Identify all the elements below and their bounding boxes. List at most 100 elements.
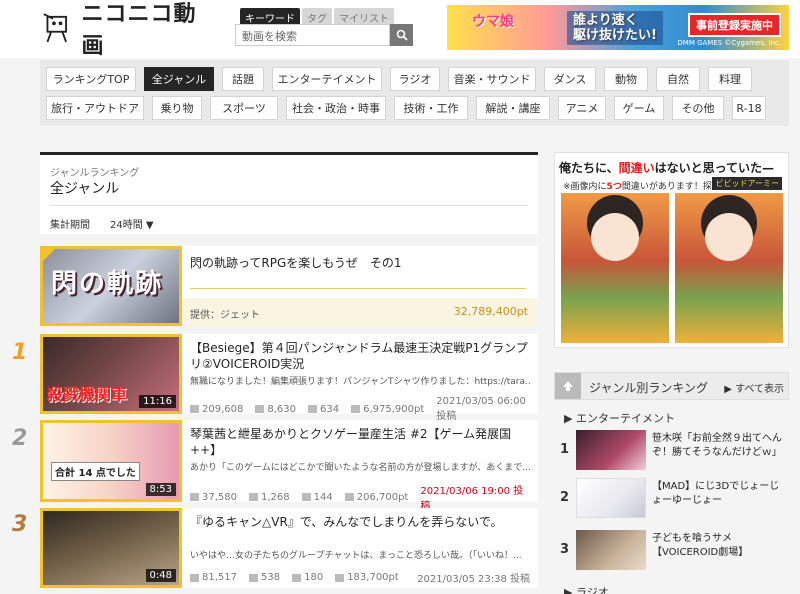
genre-sports[interactable]: スポーツ [210, 96, 278, 120]
points-value: 206,700pt [356, 491, 409, 503]
genre-ranking-top[interactable]: ランキングTOP [46, 67, 136, 91]
comment-count: 1,268 [249, 492, 290, 503]
genre-game[interactable]: ゲーム [614, 96, 664, 120]
genre-nav: ランキングTOP 全ジャンル 話題 エンターテイメント ラジオ 音楽・サウンド … [40, 60, 789, 126]
video-stats: 209,608 8,630 634 6,975,900pt 2021/03/05… [190, 396, 530, 422]
comment-icon [249, 573, 258, 582]
post-date: 2021/03/05 06:00 投稿 [436, 396, 526, 422]
header-ad-banner[interactable]: ウマ娘 誰より速く 駆け抜けたい! 事前登録実施中 DMM GAMES ©Cyg… [447, 5, 789, 50]
rank-number: 3 [12, 512, 28, 537]
banner-title: ウマ娘 [472, 14, 514, 30]
video-duration: 0:48 [145, 569, 176, 582]
side-ad-title-prefix: 俺たちに、 [559, 161, 619, 175]
play-icon [190, 573, 199, 582]
sponsored-points: 32,789,400pt [453, 305, 528, 318]
genre-tech[interactable]: 技術・工作 [394, 96, 468, 120]
genre-lecture[interactable]: 解説・講座 [476, 96, 550, 120]
banner-line2: 駆け抜けたい! [573, 28, 657, 43]
period-label: 集計期間 [50, 220, 90, 231]
site-header: ニコニコ動画 キーワード タグ マイリスト 動画を検索 ウマ娘 誰より速く 駆け… [0, 0, 800, 59]
comment-count: 538 [249, 572, 280, 583]
video-thumbnail[interactable]: 殺戮機関車 11:16 [40, 334, 182, 414]
ranking-title: 全ジャンル [50, 181, 120, 197]
view-count-value: 209,608 [202, 403, 244, 415]
video-duration: 8:53 [145, 483, 176, 496]
video-thumbnail[interactable]: 合計 14 点でした 8:53 [40, 420, 182, 502]
points-icon [335, 573, 345, 582]
genre-entertainment[interactable]: エンターテイメント [272, 67, 382, 91]
genre-society[interactable]: 社会・政治・時事 [286, 96, 386, 120]
points-value: 183,700pt [347, 572, 399, 583]
search-input[interactable]: 動画を検索 [235, 24, 390, 46]
genre-vehicles[interactable]: 乗り物 [152, 96, 202, 120]
side-thumbnail[interactable] [576, 530, 646, 570]
genre-all[interactable]: 全ジャンル [144, 67, 214, 91]
side-ranking-item[interactable]: 3 子どもを喰うサメ【VOICEROID劇場】 [560, 530, 789, 574]
folder-icon [292, 573, 302, 582]
genre-music[interactable]: 音楽・サウンド [448, 67, 536, 91]
folder-icon [301, 493, 311, 501]
genre-topic[interactable]: 話題 [222, 67, 264, 91]
banner-cta: 事前登録実施中 [688, 13, 781, 37]
genre-anime[interactable]: アニメ [558, 96, 606, 120]
genre-cooking[interactable]: 料理 [708, 67, 752, 91]
points-icon [351, 405, 361, 413]
comment-count-value: 8,630 [267, 403, 296, 415]
side-ad-image-right [675, 193, 783, 343]
side-ad-banner[interactable]: 俺たちに、間違いはないと思っていた— ※画像内に5つ間違いがあります！探してみよ… [554, 152, 789, 348]
genre-r18[interactable]: R-18 [732, 96, 766, 120]
play-icon [190, 405, 199, 413]
video-title[interactable]: 【Besiege】第４回パンジャンドラム最速王決定戦P1グランプリ②VOICER… [190, 340, 530, 372]
period-select[interactable]: 24時間 ▼ [110, 216, 154, 231]
side-rank-number: 3 [560, 542, 570, 557]
crown-icon [43, 249, 58, 264]
mylist-count: 144 [301, 492, 333, 503]
banner-copy: 誰より速く 駆け抜けたい! [567, 11, 663, 45]
genre-radio[interactable]: ラジオ [390, 67, 440, 91]
side-thumbnail[interactable] [576, 430, 646, 470]
points: 183,700pt [335, 572, 399, 583]
side-ranking-header: ジャンル別ランキング ▶ すべて表示 [554, 372, 789, 400]
ranking-item[interactable]: 殺戮機関車 11:16 【Besiege】第４回パンジャンドラム最速王決定戦P1… [40, 334, 538, 422]
side-ad-title-highlight: 間違い [618, 161, 655, 175]
sponsored-thumb-text: 閃の軌跡 [51, 269, 164, 299]
side-genre-link[interactable]: ▶ エンターテイメント [564, 410, 675, 426]
sponsored-thumbnail[interactable]: 閃の軌跡 [40, 246, 182, 326]
points-icon [344, 493, 354, 501]
niconico-logo[interactable]: ニコニコ動画 [40, 2, 210, 59]
mylist-count: 634 [308, 404, 339, 415]
mascot-icon [43, 13, 67, 43]
points: 6,975,900pt [351, 404, 424, 415]
video-title[interactable]: 『ゆるキャン△VR』で、みんなでしまりんを弄らないで。 [190, 514, 530, 546]
comment-icon [249, 493, 258, 501]
search-icon [396, 29, 408, 41]
side-ranking-item[interactable]: 2 【MAD】にじ3Dでじょーじょーゆーじょー [560, 478, 789, 522]
genre-nature[interactable]: 自然 [656, 67, 700, 91]
genre-other[interactable]: その他 [672, 96, 724, 120]
show-all-link[interactable]: ▶ すべて表示 [724, 380, 784, 395]
side-rank-number: 2 [560, 490, 570, 505]
sponsored-title[interactable]: 閃の軌跡ってRPGを楽しもうぜ その1 [190, 254, 402, 271]
side-genre-link-next[interactable]: ▶ ラジオ [564, 584, 609, 594]
video-thumbnail[interactable]: 0:48 [40, 508, 182, 588]
mylist-count: 180 [292, 572, 323, 583]
video-description: あかり「このゲームにはどこかで聞いたような名前の方が登場しますが、あくまで... [190, 463, 530, 473]
side-ranking-title: ジャンル別ランキング [589, 381, 709, 395]
divider [50, 205, 528, 206]
side-ranking-item[interactable]: 1 笹木咲「お前全然９出てへんぞ！勝てそうなんだけどｗ」 [560, 430, 789, 474]
genre-animals[interactable]: 動物 [604, 67, 648, 91]
ranking-item[interactable]: 0:48 『ゆるキャン△VR』で、みんなでしまりんを弄らないで。 いやはや…女の… [40, 508, 538, 588]
genre-dance[interactable]: ダンス [544, 67, 596, 91]
search-button[interactable] [390, 24, 413, 46]
sponsored-video-card[interactable]: 閃の軌跡 閃の軌跡ってRPGを楽しもうぜ その1 提供：ジェット 32,789,… [40, 246, 538, 326]
side-thumbnail[interactable] [576, 478, 646, 518]
side-item-title[interactable]: 【MAD】にじ3Dでじょーじょーゆーじょー [652, 480, 789, 508]
side-item-title[interactable]: 笹木咲「お前全然９出てへんぞ！勝てそうなんだけどｗ」 [652, 432, 789, 460]
side-item-title[interactable]: 子どもを喰うサメ【VOICEROID劇場】 [652, 532, 789, 560]
ranking-item[interactable]: 合計 14 点でした 8:53 琴葉茜と紲星あかりとクソゲー量産生活 #2【ゲー… [40, 420, 538, 512]
view-count: 209,608 [190, 404, 243, 415]
genre-travel[interactable]: 旅行・アウトドア [46, 96, 144, 120]
rank-number: 2 [12, 426, 28, 451]
video-title[interactable]: 琴葉茜と紲星あかりとクソゲー量産生活 #2【ゲーム発展国++】 [190, 426, 530, 458]
comment-count-value: 538 [261, 572, 281, 583]
